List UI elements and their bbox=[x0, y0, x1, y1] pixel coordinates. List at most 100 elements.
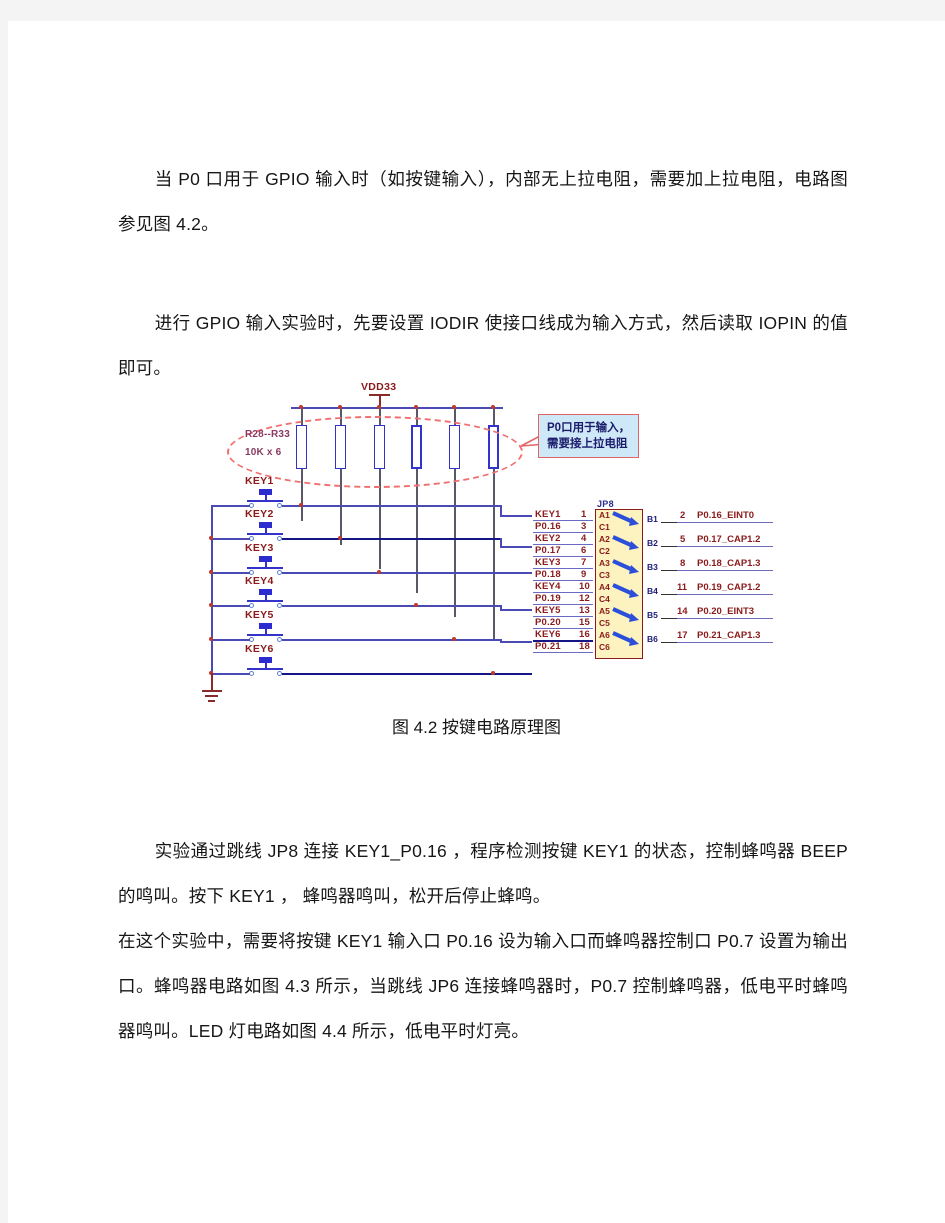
net-pin-4: 7 bbox=[581, 557, 587, 568]
switch-label-key6: KEY6 bbox=[245, 643, 274, 655]
gnd-branch-key1 bbox=[211, 505, 250, 507]
junction-pullup-key6 bbox=[491, 671, 495, 675]
right-underline-5 bbox=[677, 642, 773, 644]
junction-rail-1 bbox=[299, 405, 303, 409]
jumper-arrows[interactable] bbox=[611, 509, 645, 659]
right-pin-3: 11 bbox=[677, 582, 688, 593]
switch-bar-key4 bbox=[247, 600, 283, 602]
switch-bar-key2 bbox=[247, 533, 283, 535]
switch-bar-key1 bbox=[247, 500, 283, 502]
res-lead-6-bot bbox=[493, 469, 495, 641]
right-pin-1: 5 bbox=[680, 534, 686, 545]
net-label-4: KEY3 bbox=[535, 557, 561, 568]
net-run-key4 bbox=[282, 605, 500, 607]
switch-label-key4: KEY4 bbox=[245, 575, 274, 587]
junction-gnd-4 bbox=[209, 603, 213, 607]
junction-pullup-key1 bbox=[299, 503, 303, 507]
res-lead-6-top bbox=[493, 407, 495, 425]
junction-gnd-5 bbox=[209, 637, 213, 641]
right-underline-2 bbox=[677, 570, 773, 572]
switch-label-key1: KEY1 bbox=[245, 475, 274, 487]
callout-line-2: 需要接上拉电阻 bbox=[547, 438, 628, 450]
net-run-key2 bbox=[282, 538, 500, 540]
connector-pin-b1: B1 bbox=[647, 514, 658, 524]
right-pin-0: 2 bbox=[680, 510, 686, 521]
connector-pin-a3: A3 bbox=[599, 558, 610, 568]
right-underline-0 bbox=[677, 522, 773, 524]
junction-gnd-2 bbox=[209, 536, 213, 540]
connector-pin-a6: A6 bbox=[599, 630, 610, 640]
switch-label-key3: KEY3 bbox=[245, 542, 274, 554]
junction-pullup-key3 bbox=[377, 570, 381, 574]
connector-pin-b3: B3 bbox=[647, 562, 658, 572]
net-pin-2: 4 bbox=[581, 533, 587, 544]
connector-pin-c6: C6 bbox=[599, 642, 610, 652]
net-label-6: KEY4 bbox=[535, 581, 561, 592]
ground-symbol-bar-3 bbox=[208, 700, 215, 702]
net-label-5: P0.18 bbox=[535, 569, 561, 580]
gnd-branch-key5 bbox=[211, 639, 250, 641]
vdd-bar bbox=[369, 394, 390, 396]
junction-pullup-key5 bbox=[452, 637, 456, 641]
connector-pin-b5: B5 bbox=[647, 610, 658, 620]
switch-bar-key5 bbox=[247, 634, 283, 636]
gnd-branch-key4 bbox=[211, 605, 250, 607]
net-run-key5 bbox=[282, 639, 500, 641]
switch-bar-key6 bbox=[247, 668, 283, 670]
connector-pin-b6: B6 bbox=[647, 634, 658, 644]
net-pin-10: 16 bbox=[579, 629, 590, 640]
riser-h-key2 bbox=[500, 546, 532, 548]
net-label-7: P0.19 bbox=[535, 593, 561, 604]
net-run-key1 bbox=[282, 505, 500, 507]
junction-rail-4 bbox=[414, 405, 418, 409]
ground-bus bbox=[211, 505, 213, 673]
right-signal-1: P0.17_CAP1.2 bbox=[697, 534, 761, 545]
net-label-2: KEY2 bbox=[535, 533, 561, 544]
net-pin-6: 10 bbox=[579, 581, 590, 592]
connector-pin-c2: C2 bbox=[599, 546, 610, 556]
connector-pin-c3: C3 bbox=[599, 570, 610, 580]
net-label-3: P0.17 bbox=[535, 545, 561, 556]
net-run-key3 bbox=[282, 572, 500, 574]
gnd-branch-key6 bbox=[211, 673, 250, 675]
junction-rail-6 bbox=[491, 405, 495, 409]
ground-symbol-bar-1 bbox=[202, 690, 222, 692]
res-lead-5-bot bbox=[454, 469, 456, 617]
gnd-branch-key3 bbox=[211, 572, 250, 574]
net-pin-11: 18 bbox=[579, 641, 590, 652]
net-pin-8: 13 bbox=[579, 605, 590, 616]
res-lead-4-bot bbox=[416, 469, 418, 593]
riser-h-key1 bbox=[500, 515, 532, 517]
riser-h-key4 bbox=[500, 609, 532, 611]
connector-pin-b2: B2 bbox=[647, 538, 658, 548]
junction-pullup-key4 bbox=[414, 603, 418, 607]
net-run-key6 bbox=[282, 673, 500, 675]
right-underline-1 bbox=[677, 546, 773, 548]
paragraph-3: 实验通过跳线 JP8 连接 KEY1_P0.16 ，程序检测按键 KEY1 的状… bbox=[118, 840, 848, 906]
net-label-9: P0.20 bbox=[535, 617, 561, 628]
right-signal-2: P0.18_CAP1.3 bbox=[697, 558, 761, 569]
paragraph-1: 当 P0 口用于 GPIO 输入时（如按键输入），内部无上拉电阻，需要加上拉电阻… bbox=[118, 168, 848, 234]
ground-stem bbox=[211, 673, 213, 690]
switch-bar-key3 bbox=[247, 567, 283, 569]
riser-h-key6 bbox=[500, 673, 532, 675]
paragraph-4: 在这个实验中，需要将按键 KEY1 输入口 P0.16 设为输入口而蜂鸣器控制口… bbox=[118, 930, 848, 1041]
resistor-value-label: 10K x 6 bbox=[245, 447, 282, 458]
connector-pin-c4: C4 bbox=[599, 594, 610, 604]
junction-pullup-key2 bbox=[338, 536, 342, 540]
figure-caption: 图 4.2 按键电路原理图 bbox=[391, 718, 562, 737]
net-label-1: P0.16 bbox=[535, 521, 561, 532]
gnd-branch-key2 bbox=[211, 538, 250, 540]
net-pin-9: 15 bbox=[579, 617, 590, 628]
net-pin-1: 3 bbox=[581, 521, 587, 532]
riser-v-key1 bbox=[500, 505, 502, 515]
net-label-8: KEY5 bbox=[535, 605, 561, 616]
connector-pin-c1: C1 bbox=[599, 522, 610, 532]
net-label-0: KEY1 bbox=[535, 509, 561, 520]
net-pin-7: 12 bbox=[579, 593, 590, 604]
right-signal-4: P0.20_EINT3 bbox=[697, 606, 755, 617]
connector-pin-b4: B4 bbox=[647, 586, 658, 596]
switch-label-key2: KEY2 bbox=[245, 508, 274, 520]
connector-pin-a2: A2 bbox=[599, 534, 610, 544]
paragraph-2: 进行 GPIO 输入实验时，先要设置 IODIR 使接口线成为输入方式，然后读取… bbox=[118, 312, 848, 378]
